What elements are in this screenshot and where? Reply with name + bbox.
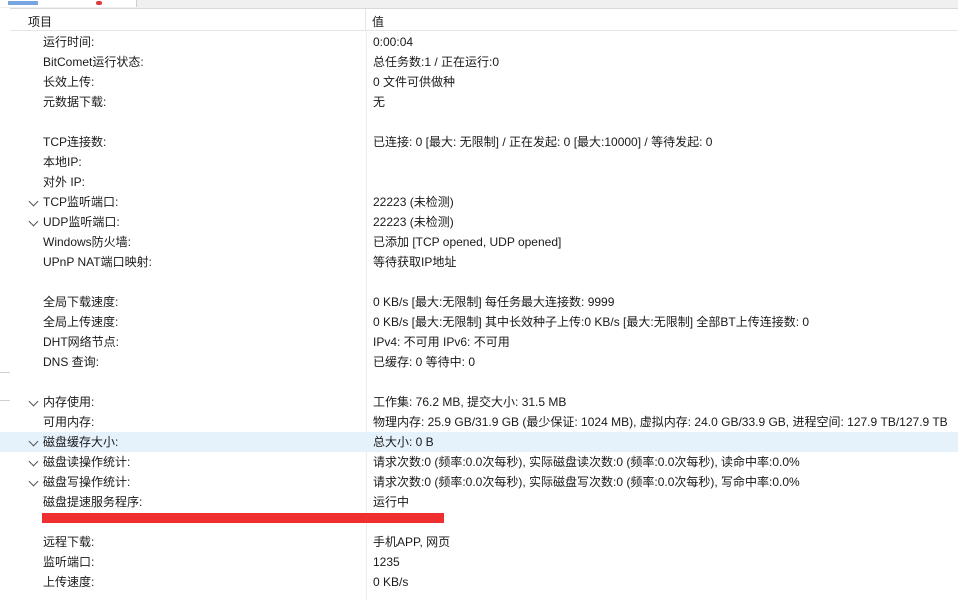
row-value: 已添加 [TCP opened, UDP opened] [373, 235, 562, 249]
table-row[interactable]: BitComet运行状态: 总任务数:1 / 正在运行:0 [0, 52, 958, 72]
chevron-down-icon[interactable] [28, 436, 39, 447]
top-tab-strip [0, 0, 958, 9]
chevron-down-icon[interactable] [28, 456, 39, 467]
row-label: DNS 查询: [43, 355, 100, 369]
statistics-tab[interactable] [0, 0, 137, 7]
table-row[interactable]: 磁盘缓存大小: 总大小: 0 B [0, 432, 958, 452]
row-label: TCP连接数: [43, 135, 107, 149]
row-label: Windows防火墙: [43, 235, 132, 249]
table-row[interactable]: 远程下载: 手机APP, 网页 [0, 532, 958, 552]
row-label: 内存使用: [43, 395, 95, 409]
table-row[interactable]: 监听端口: 1235 [0, 552, 958, 572]
row-value: 请求次数:0 (频率:0.0次每秒), 实际磁盘读次数:0 (频率:0.0次每秒… [373, 455, 800, 469]
redaction-bar [42, 513, 444, 523]
column-divider[interactable] [365, 9, 366, 30]
table-row[interactable]: 对外 IP: [0, 172, 958, 192]
row-value: 无 [373, 95, 386, 109]
row-label: 本地IP: [43, 155, 82, 169]
table-row[interactable]: 运行时间: 0:00:04 [0, 32, 958, 52]
row-value: 物理内存: 25.9 GB/31.9 GB (最少保证: 1024 MB), 虚… [373, 415, 948, 429]
row-label: 长效上传: [43, 75, 95, 89]
row-value: 0 KB/s [最大:无限制] 每任务最大连接数: 9999 [373, 295, 615, 309]
row-value: 0 KB/s [373, 575, 409, 589]
row-label: BitComet运行状态: [43, 55, 144, 69]
table-row[interactable]: 可用内存: 物理内存: 25.9 GB/31.9 GB (最少保证: 1024 M… [0, 412, 958, 432]
row-label: DHT网络节点: [43, 335, 119, 349]
row-value: 运行中 [373, 495, 410, 509]
table-row[interactable]: 全局下载速度: 0 KB/s [最大:无限制] 每任务最大连接数: 9999 [0, 292, 958, 312]
row-label: 运行时间: [43, 35, 95, 49]
table-row[interactable]: 磁盘提速服务程序: 运行中 [0, 492, 958, 512]
row-value: 0 文件可供做种 [373, 75, 456, 89]
row-label: 磁盘读操作统计: [43, 455, 131, 469]
row-value: 总大小: 0 B [373, 435, 434, 449]
column-header-item[interactable]: 项目 [28, 13, 52, 30]
row-value: 工作集: 76.2 MB, 提交大小: 31.5 MB [373, 395, 567, 409]
spacer-row [0, 272, 958, 292]
spacer-row [0, 112, 958, 132]
row-label: 对外 IP: [43, 175, 86, 189]
row-value: 已连接: 0 [最大: 无限制] / 正在发起: 0 [最大:10000] / … [373, 135, 713, 149]
row-value: IPv4: 不可用 IPv6: 不可用 [373, 335, 510, 349]
row-label: 磁盘提速服务程序: [43, 495, 143, 509]
statistics-list: 运行时间: 0:00:04 BitComet运行状态: 总任务数:1 / 正在运行:0… [0, 32, 958, 592]
row-label: 全局下载速度: [43, 295, 119, 309]
list-header: 项目 值 [10, 9, 958, 31]
row-value: 请求次数:0 (频率:0.0次每秒), 实际磁盘写次数:0 (频率:0.0次每秒… [373, 475, 800, 489]
tab-icon [8, 1, 38, 5]
chevron-down-icon[interactable] [28, 476, 39, 487]
table-row[interactable]: 本地IP: [0, 152, 958, 172]
row-label: UPnP NAT端口映射: [43, 255, 152, 269]
table-row[interactable]: 内存使用: 工作集: 76.2 MB, 提交大小: 31.5 MB [0, 392, 958, 412]
row-value: 总任务数:1 / 正在运行:0 [373, 55, 500, 69]
row-label: 磁盘写操作统计: [43, 475, 131, 489]
chevron-down-icon[interactable] [28, 396, 39, 407]
table-row[interactable]: DHT网络节点: IPv4: 不可用 IPv6: 不可用 [0, 332, 958, 352]
spacer-row [0, 372, 958, 392]
row-value: 22223 (未检测) [373, 215, 454, 229]
row-value: 22223 (未检测) [373, 195, 454, 209]
row-label: 磁盘缓存大小: [43, 435, 119, 449]
row-label: 远程下载: [43, 535, 95, 549]
table-row[interactable]: TCP连接数: 已连接: 0 [最大: 无限制] / 正在发起: 0 [最大:10… [0, 132, 958, 152]
table-row[interactable]: 磁盘写操作统计: 请求次数:0 (频率:0.0次每秒), 实际磁盘写次数:0 (频… [0, 472, 958, 492]
table-row[interactable]: 磁盘读操作统计: 请求次数:0 (频率:0.0次每秒), 实际磁盘读次数:0 (频… [0, 452, 958, 472]
table-row[interactable]: DNS 查询: 已缓存: 0 等待中: 0 [0, 352, 958, 372]
row-value: 0 KB/s [最大:无限制] 其中长效种子上传:0 KB/s [最大:无限制]… [373, 315, 810, 329]
row-label: TCP监听端口: [43, 195, 119, 209]
row-value: 0:00:04 [373, 35, 414, 49]
table-row[interactable]: 上传速度: 0 KB/s [0, 572, 958, 592]
row-value: 已缓存: 0 等待中: 0 [373, 355, 476, 369]
tab-close-icon[interactable] [96, 1, 102, 5]
row-label: 上传速度: [43, 575, 95, 589]
table-row[interactable]: 长效上传: 0 文件可供做种 [0, 72, 958, 92]
chevron-down-icon[interactable] [28, 216, 39, 227]
table-row[interactable]: 元数据下载: 无 [0, 92, 958, 112]
table-row[interactable]: UPnP NAT端口映射: 等待获取IP地址 [0, 252, 958, 272]
table-row[interactable]: TCP监听端口: 22223 (未检测) [0, 192, 958, 212]
table-row[interactable]: 全局上传速度: 0 KB/s [最大:无限制] 其中长效种子上传:0 KB/s [… [0, 312, 958, 332]
row-value: 等待获取IP地址 [373, 255, 457, 269]
row-label: 全局上传速度: [43, 315, 119, 329]
row-label: 元数据下载: [43, 95, 107, 109]
table-row[interactable]: UDP监听端口: 22223 (未检测) [0, 212, 958, 232]
row-value: 1235 [373, 555, 400, 569]
chevron-down-icon[interactable] [28, 196, 39, 207]
column-header-value[interactable]: 值 [372, 13, 384, 30]
row-label: 可用内存: [43, 415, 95, 429]
row-value: 手机APP, 网页 [373, 535, 451, 549]
row-label: UDP监听端口: [43, 215, 120, 229]
table-row[interactable]: Windows防火墙: 已添加 [TCP opened, UDP opened] [0, 232, 958, 252]
row-label: 监听端口: [43, 555, 95, 569]
